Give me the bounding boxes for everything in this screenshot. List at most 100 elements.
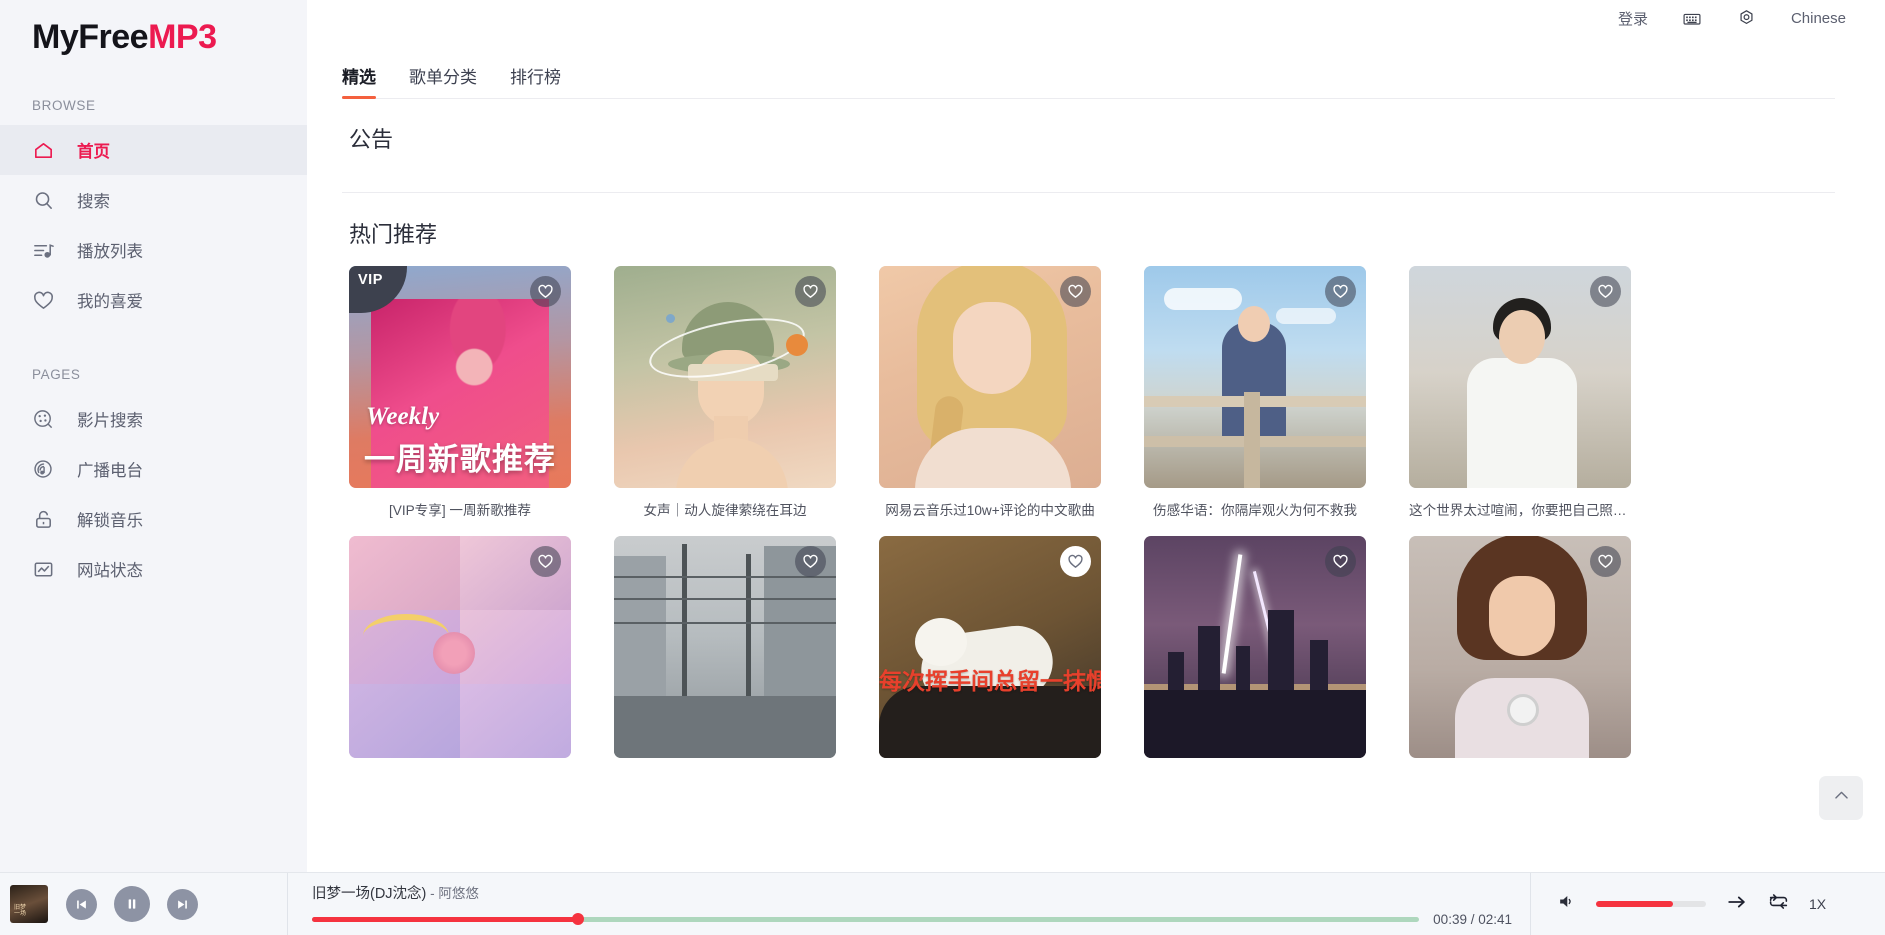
favorite-heart-icon[interactable] [1590,276,1621,307]
radio-icon [32,458,55,481]
card-item[interactable]: 每次挥手间总留一抹惆怅 [879,536,1101,758]
now-playing-cover[interactable]: 旧梦 一场 [10,885,48,923]
film-search-icon [32,408,55,431]
playback-speed-button[interactable]: 1X [1809,896,1826,912]
card-thumbnail[interactable] [1144,536,1366,758]
card-caption: 伤感华语：你隔岸观火为何不救我 [1153,503,1357,518]
sidebar-item-favorites[interactable]: 我的喜爱 [0,275,307,325]
announcement-title: 公告 [349,127,394,152]
heart-icon [32,289,55,312]
card-caption: 网易云音乐过10w+评论的中文歌曲 [885,503,1095,518]
sidebar-item-label: 影片搜索 [77,412,143,431]
sidebar-group-browse-label: BROWSE [32,98,96,114]
card-item[interactable] [1144,536,1366,758]
card-item[interactable] [1409,536,1631,758]
recommend-title: 热门推荐 [349,222,438,247]
seek-row: 00:39 / 02:41 [312,912,1512,927]
card-caption: 女声｜动人旋律萦绕在耳边 [643,503,807,518]
card-item[interactable]: 伤感华语：你隔岸观火为何不救我 [1144,266,1366,519]
now-playing-title: 旧梦一场(DJ沈念) - 阿悠悠 [312,882,1512,903]
seek-slider[interactable] [312,913,1420,925]
card-item[interactable] [614,536,836,758]
app-logo[interactable]: MyFreeMP3 [0,0,307,56]
sidebar-item-label: 我的喜爱 [77,293,143,312]
card-thumbnail[interactable] [1144,266,1366,488]
card-item[interactable]: Weekly 一周新歌推荐 VIP [VIP专享] 一周新歌推荐 [349,266,571,519]
sidebar-item-label: 解锁音乐 [77,512,143,531]
logo-text-accent: MP3 [148,18,217,56]
card-item[interactable] [349,536,571,758]
seek-fill [312,916,578,922]
sidebar-item-label: 搜索 [77,193,110,212]
playlist-icon [32,239,55,262]
next-track-icon [175,897,190,912]
card-item[interactable]: 网易云音乐过10w+评论的中文歌曲 [879,266,1101,519]
pause-icon [124,896,140,912]
recommend-grid-row2: 每次挥手间总留一抹惆怅 [342,519,1835,758]
repeat-icon [1768,891,1789,917]
card-thumbnail[interactable]: Weekly 一周新歌推荐 VIP [349,266,571,488]
favorite-heart-icon[interactable] [1325,546,1356,577]
volume-fill [1596,901,1673,907]
tab-bar: 精选 歌单分类 排行榜 [342,37,1835,99]
scroll-to-top-button[interactable] [1819,776,1863,820]
card-thumbnail[interactable] [349,536,571,758]
favorite-heart-icon[interactable] [1060,546,1091,577]
language-selector[interactable]: Chinese [1774,0,1863,37]
previous-track-icon [74,897,89,912]
card-caption: 这个世界太过喧闹，你要把自己照顾好 [1409,503,1631,518]
unlock-icon [32,508,55,531]
arrow-right-icon [1726,891,1748,918]
sidebar-item-site-status[interactable]: 网站状态 [0,544,307,594]
favorite-heart-icon[interactable] [795,546,826,577]
card-thumbnail[interactable]: 每次挥手间总留一抹惆怅 [879,536,1101,758]
favorite-heart-icon[interactable] [530,276,561,307]
card-thumbnail[interactable] [879,266,1101,488]
previous-track-button[interactable] [66,888,97,920]
sidebar-item-label: 广播电台 [77,462,143,481]
top-bar: 登录 Chinese [307,0,1885,37]
gear-icon[interactable] [1719,0,1774,37]
seek-handle[interactable] [571,913,584,925]
weekly-en-text: Weekly [366,403,440,430]
sidebar-item-playlist[interactable]: 播放列表 [0,225,307,275]
favorite-heart-icon[interactable] [795,276,826,307]
time-display: 00:39 / 02:41 [1433,911,1512,927]
card-thumbnail[interactable] [614,266,836,488]
tab-playlist-category[interactable]: 歌单分类 [409,63,477,98]
login-button[interactable]: 登录 [1601,0,1665,37]
repeat-button[interactable] [1768,891,1789,917]
sidebar: MyFreeMP3 BROWSE 首页 搜索 播放列表 我的喜爱 PAGES 影… [0,0,307,872]
keyboard-icon[interactable] [1665,0,1719,37]
next-track-button[interactable] [167,888,198,920]
card-thumbnail[interactable] [1409,266,1631,488]
card-caption: [VIP专享] 一周新歌推荐 [389,503,531,518]
cover-art-text: 旧梦 一场 [14,904,27,918]
card-thumbnail[interactable] [614,536,836,758]
tab-featured[interactable]: 精选 [342,63,376,99]
card-item[interactable]: 女声｜动人旋律萦绕在耳边 [614,266,836,519]
player-track-section: 旧梦一场(DJ沈念) - 阿悠悠 00:39 / 02:41 [287,872,1530,935]
volume-slider[interactable] [1596,901,1706,907]
favorite-heart-icon[interactable] [1590,546,1621,577]
play-pause-button[interactable] [114,886,150,922]
track-name: 旧梦一场(DJ沈念) [312,885,427,902]
sidebar-item-search[interactable]: 搜索 [0,175,307,225]
track-separator: - [426,885,439,901]
favorite-heart-icon[interactable] [1060,276,1091,307]
sidebar-item-film-search[interactable]: 影片搜索 [0,394,307,444]
volume-icon [1557,892,1576,916]
sidebar-item-radio[interactable]: 广播电台 [0,444,307,494]
sidebar-item-unlock-music[interactable]: 解锁音乐 [0,494,307,544]
volume-button[interactable] [1557,892,1576,916]
play-mode-button[interactable] [1726,891,1748,918]
sidebar-group-pages-label: PAGES [32,367,81,383]
tab-ranking[interactable]: 排行榜 [510,63,561,98]
transport-controls [66,886,198,922]
card-thumbnail[interactable] [1409,536,1631,758]
card-item[interactable]: 这个世界太过喧闹，你要把自己照顾好 [1409,266,1631,519]
sidebar-item-home[interactable]: 首页 [0,125,307,176]
player-bar: 旧梦 一场 旧梦一场(DJ沈念) - 阿悠悠 00:39 / 02:41 1X [0,872,1885,935]
favorite-heart-icon[interactable] [530,546,561,577]
favorite-heart-icon[interactable] [1325,276,1356,307]
